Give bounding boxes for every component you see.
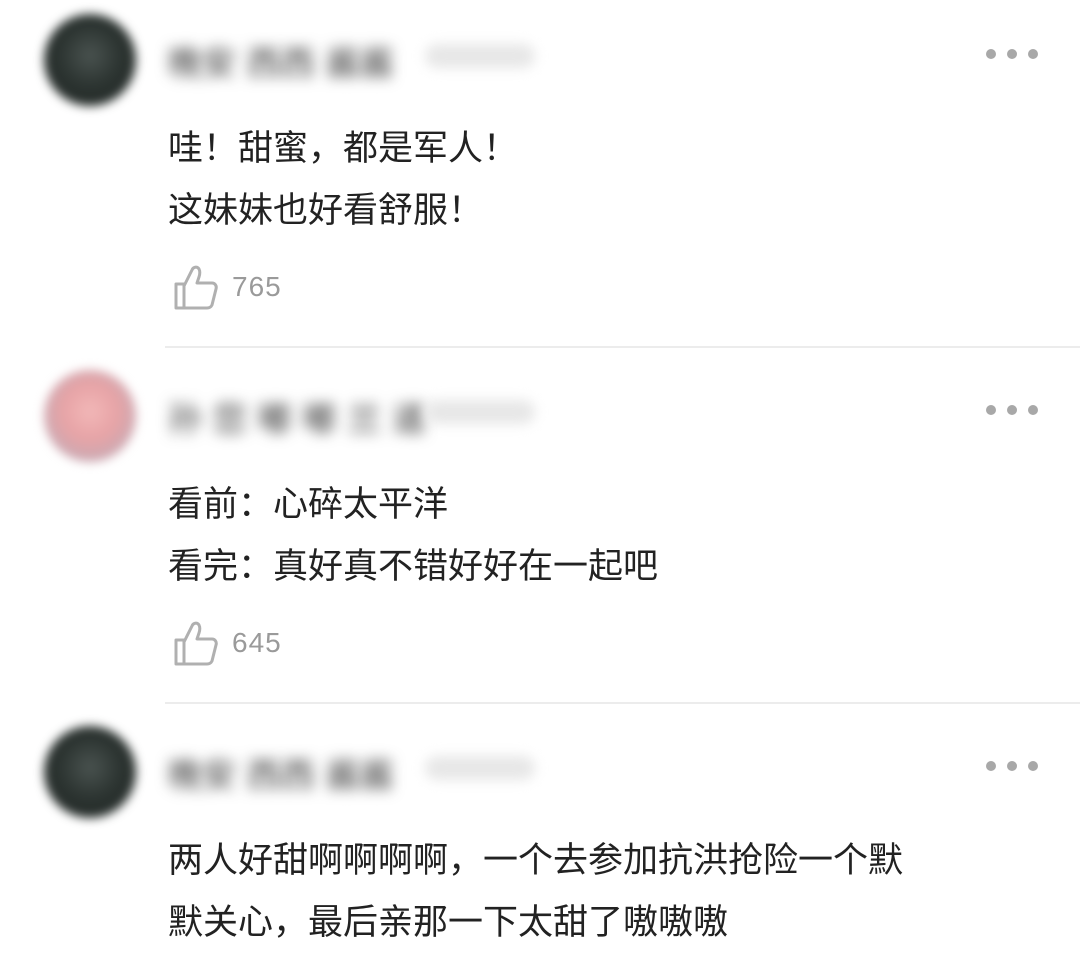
avatar[interactable]	[44, 726, 136, 818]
thumbs-up-icon	[172, 618, 220, 668]
username[interactable]: 晚安 西西 酱酱	[168, 36, 408, 84]
username[interactable]: 孙 您 嘟 嘟 兰 道	[168, 392, 426, 440]
comment-item: 晚安 西西 酱酱 哇！甜蜜，都是军人！ 这妹妹也好看舒服！ 765	[0, 0, 1080, 346]
comment-timestamp	[425, 756, 535, 780]
like-count: 765	[232, 271, 282, 302]
like-button[interactable]: 645	[172, 618, 282, 668]
like-count: 645	[232, 627, 282, 658]
comment-timestamp	[425, 44, 535, 68]
avatar[interactable]	[44, 370, 136, 462]
comment-text: 两人好甜啊啊啊啊，一个去参加抗洪抢险一个默 默关心，最后亲那一下太甜了嗷嗷嗷	[168, 830, 1028, 954]
more-options-icon[interactable]	[986, 754, 1038, 778]
more-options-icon[interactable]	[986, 398, 1038, 422]
avatar[interactable]	[44, 14, 136, 106]
divider	[165, 702, 1080, 704]
comment-item: 晚安 西西 酱酱 两人好甜啊啊啊啊，一个去参加抗洪抢险一个默 默关心，最后亲那一…	[0, 712, 1080, 976]
comment-item: 孙 您 嘟 嘟 兰 道 看前：心碎太平洋 看完：真好真不错好好在一起吧 645	[0, 356, 1080, 702]
thumbs-up-icon	[172, 262, 220, 312]
like-button[interactable]: 765	[172, 262, 282, 312]
comment-text-line: 看完：真好真不错好好在一起吧	[168, 547, 659, 587]
comment-text-line: 哇！甜蜜，都是军人！	[168, 129, 519, 169]
comment-text-line: 默关心，最后亲那一下太甜了嗷嗷嗷	[168, 903, 729, 943]
comment-text-line: 看前：心碎太平洋	[168, 485, 449, 525]
comment-text: 看前：心碎太平洋 看完：真好真不错好好在一起吧	[168, 474, 1028, 598]
comment-text-line: 两人好甜啊啊啊啊，一个去参加抗洪抢险一个默	[168, 841, 904, 881]
more-options-icon[interactable]	[986, 42, 1038, 66]
comment-text-line: 这妹妹也好看舒服！	[168, 191, 484, 231]
comment-timestamp	[425, 400, 535, 424]
comment-text: 哇！甜蜜，都是军人！ 这妹妹也好看舒服！	[168, 118, 1028, 242]
divider	[165, 346, 1080, 348]
username[interactable]: 晚安 西西 酱酱	[168, 748, 408, 796]
